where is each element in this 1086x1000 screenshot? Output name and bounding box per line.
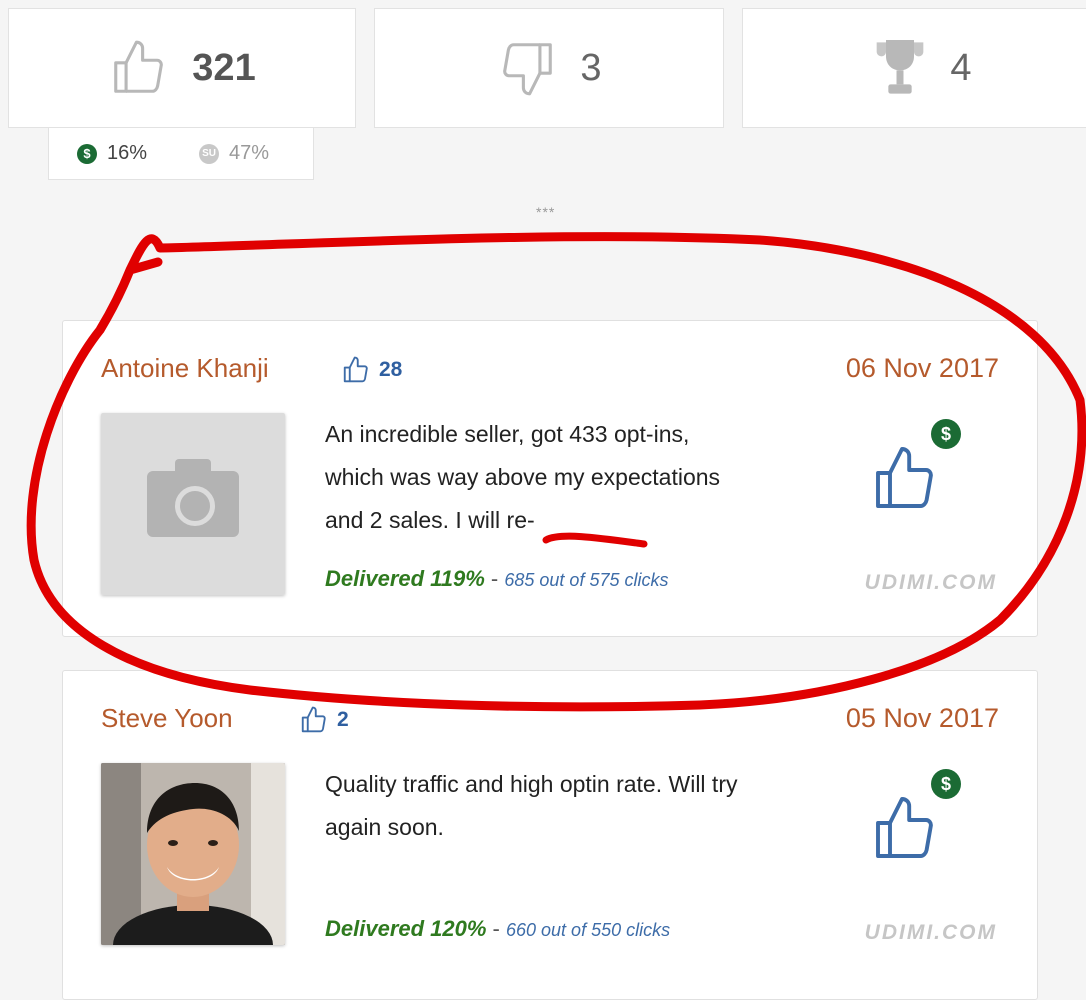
review-text: Quality traffic and high optin rate. Wil… xyxy=(325,771,738,840)
delivery-separator: - xyxy=(486,916,506,941)
likes-count: 2 xyxy=(337,708,349,731)
delivered-percentage: Delivered 120% xyxy=(325,916,487,941)
delivery-stats: Delivered 120% - 660 out of 550 clicks xyxy=(325,916,670,942)
review-date: 06 Nov 2017 xyxy=(845,353,999,383)
review-text: An incredible seller, got 433 opt-ins, w… xyxy=(325,421,721,533)
udimi-brand: UDIMI.COM xyxy=(864,571,997,594)
thumbs-up-icon xyxy=(876,797,933,858)
money-badge-icon: $ xyxy=(931,419,961,449)
thumbs-down-icon xyxy=(496,37,558,99)
su-badge-icon: SU xyxy=(199,143,220,164)
delivery-stats: Delivered 119% - 685 out of 575 clicks xyxy=(325,566,668,592)
money-badge-icon: $ xyxy=(931,769,961,799)
positive-count: 321 xyxy=(192,46,256,89)
thumbs-up-icon xyxy=(343,356,368,383)
thumbs-up-icon xyxy=(876,447,933,508)
trophy-icon xyxy=(872,37,928,99)
review-date: 05 Nov 2017 xyxy=(845,703,999,733)
thumbs-up-icon xyxy=(108,37,170,99)
avatar xyxy=(101,413,285,595)
negative-count: 3 xyxy=(580,46,602,89)
avatar xyxy=(101,763,285,945)
positive-stat-box[interactable]: 321 xyxy=(8,8,356,128)
trophy-count: 4 xyxy=(950,46,972,89)
separator: *** xyxy=(536,204,556,220)
trophy-stat-box[interactable]: 4 xyxy=(742,8,1086,128)
clicks-count: 660 out of 550 clicks xyxy=(506,920,671,940)
percentages-panel: $ 16% SU 47% xyxy=(48,128,314,180)
udimi-brand: UDIMI.COM xyxy=(864,921,997,944)
delivered-percentage: Delivered 119% xyxy=(325,566,485,591)
thumbs-up-icon xyxy=(301,706,326,733)
review-likes[interactable]: 28 xyxy=(341,355,402,385)
money-percentage: 16% xyxy=(107,142,148,164)
su-percentage: 47% xyxy=(229,142,270,164)
review-likes[interactable]: 2 xyxy=(299,705,349,735)
reviewer-name[interactable]: Antoine Khanji xyxy=(101,353,269,384)
review-card: Antoine Khanji 28 06 Nov 2017 An incredi… xyxy=(62,320,1038,637)
delivery-separator: - xyxy=(484,566,505,591)
likes-count: 28 xyxy=(379,358,403,381)
reviewer-name[interactable]: Steve Yoon xyxy=(101,703,233,734)
negative-stat-box[interactable]: 3 xyxy=(374,8,724,128)
clicks-count: 685 out of 575 clicks xyxy=(504,570,669,590)
review-card: Steve Yoon 2 05 Nov 2017 Quality traffic… xyxy=(62,670,1038,1000)
money-badge-icon: $ xyxy=(77,143,97,164)
camera-icon xyxy=(147,459,239,537)
